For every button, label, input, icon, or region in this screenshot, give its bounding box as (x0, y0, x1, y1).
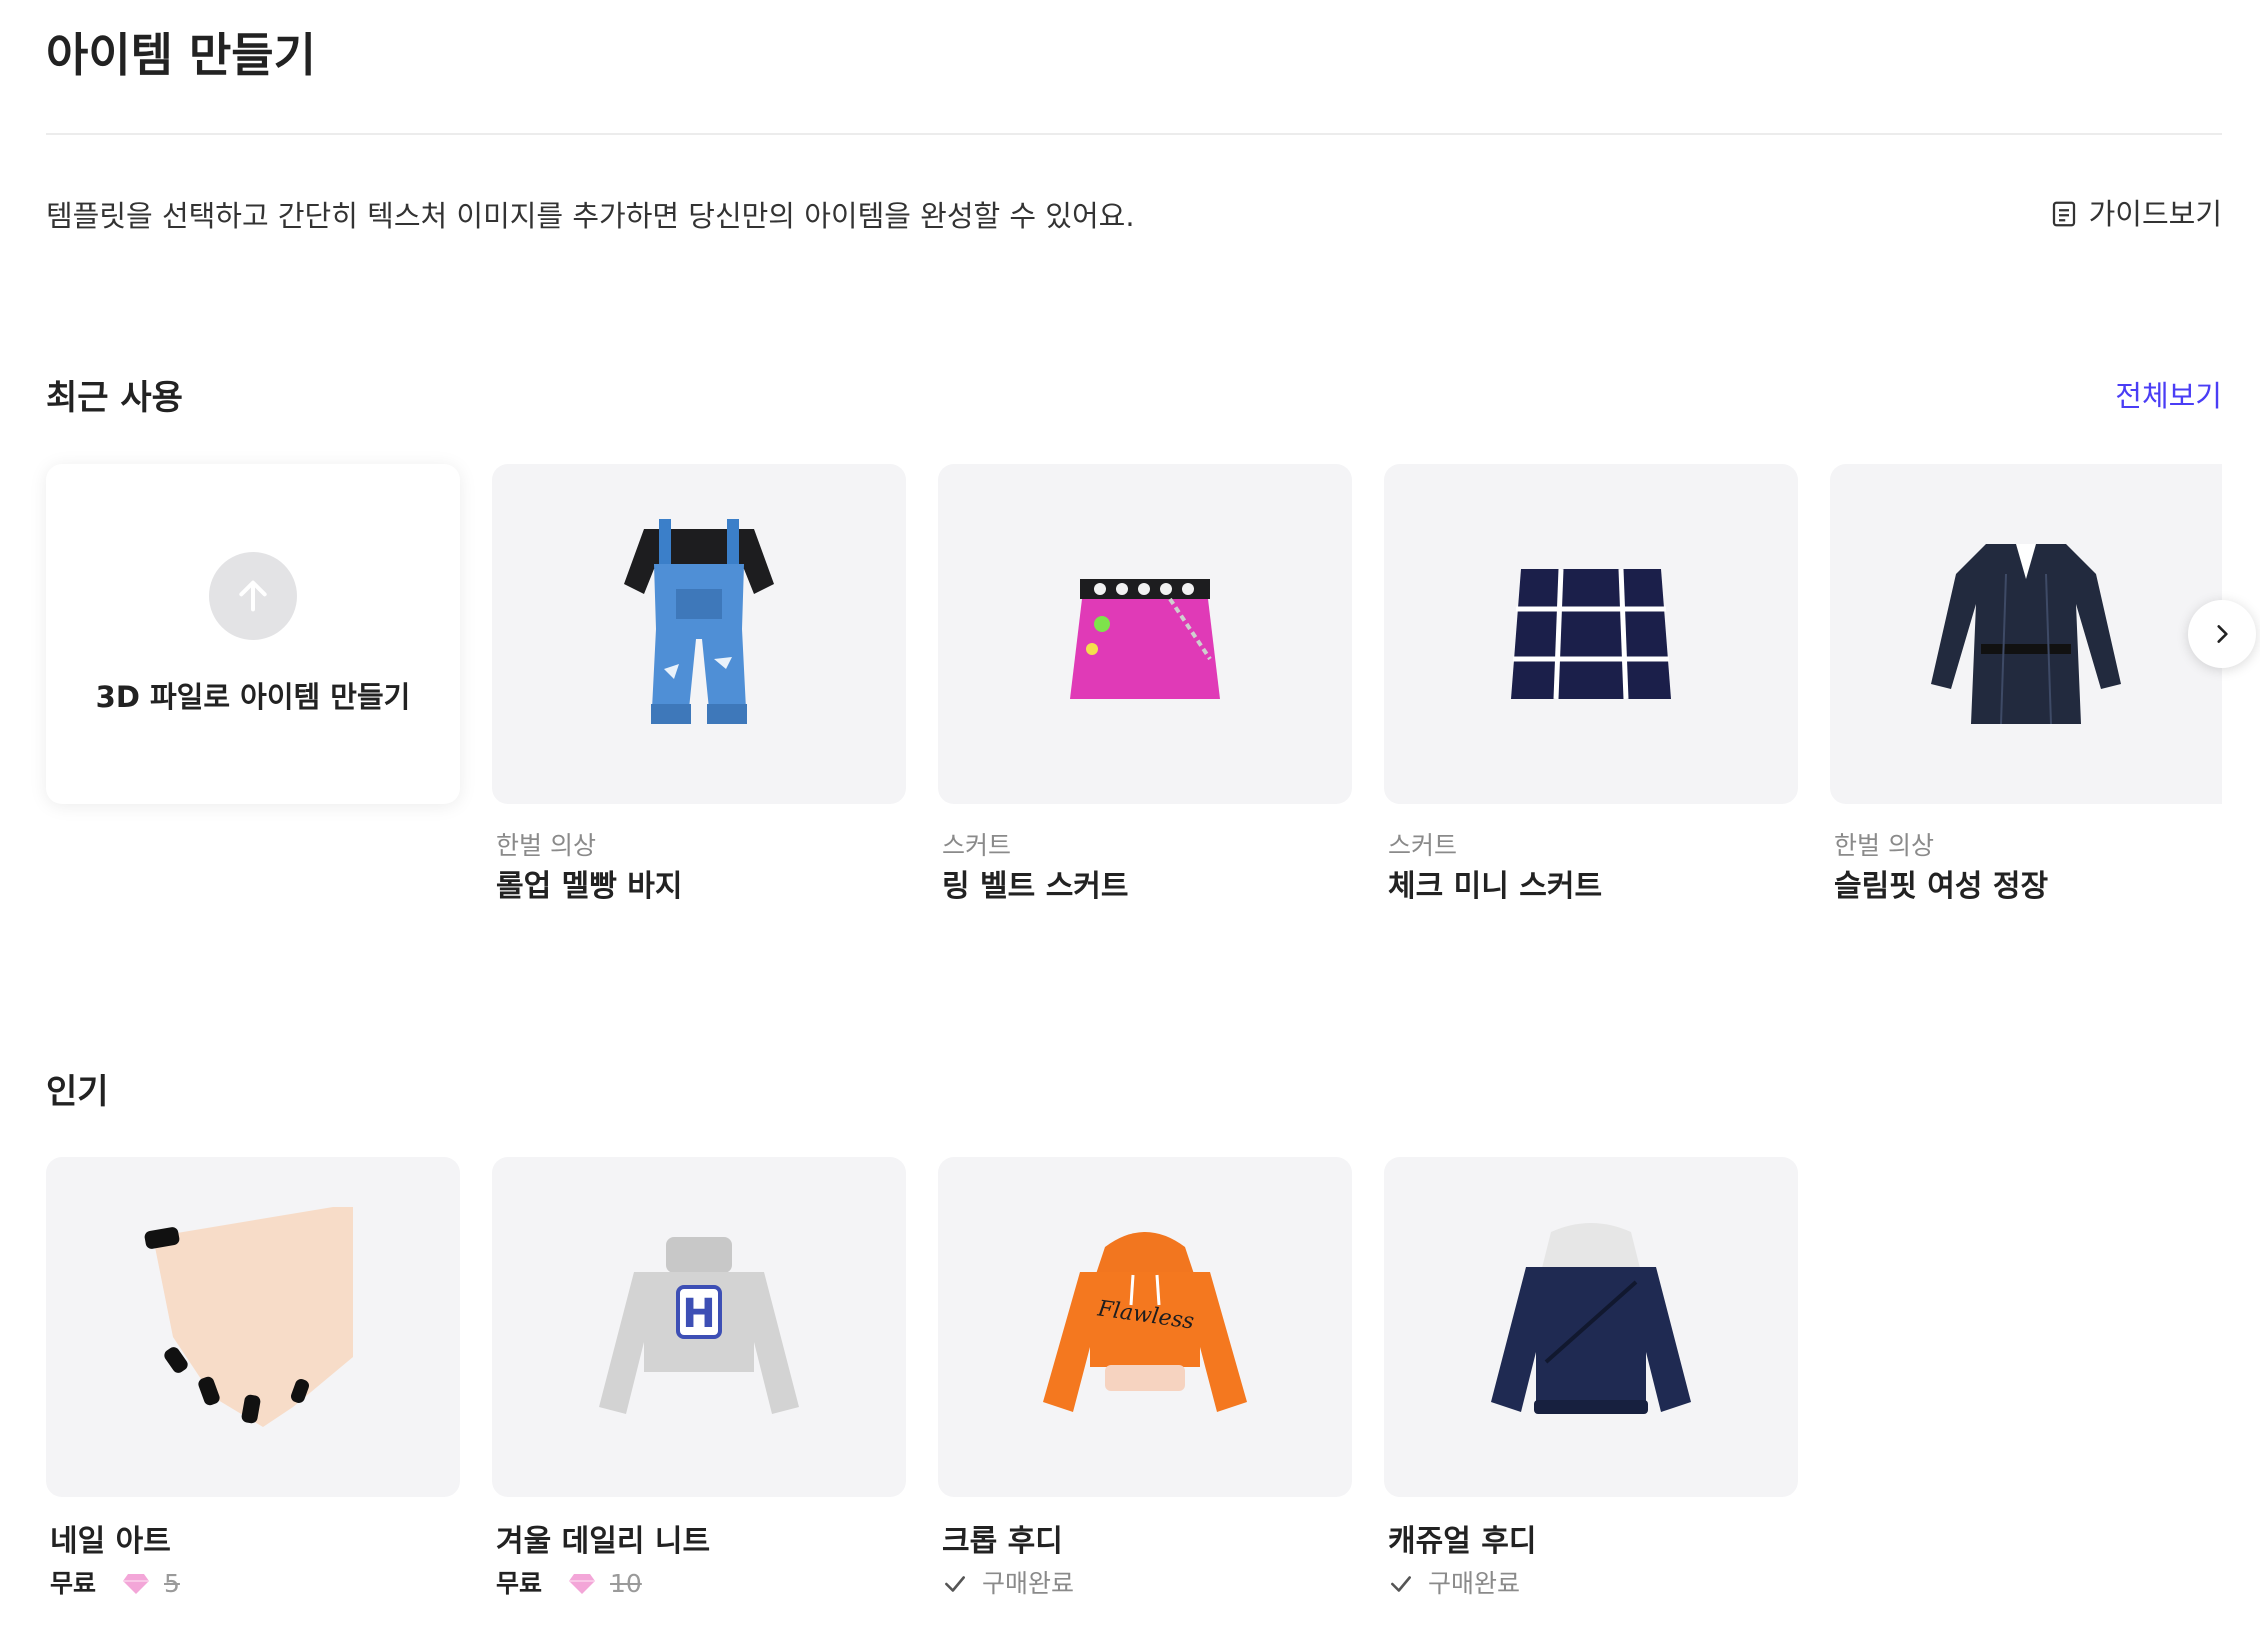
recent-item-card[interactable] (938, 464, 1352, 804)
item-category: 스커트 (1388, 831, 1458, 860)
check-icon (945, 1576, 965, 1592)
nail-art-image (144, 1207, 353, 1427)
price-old: 10 (610, 1569, 642, 1598)
price-free: 무료 (496, 1569, 543, 1598)
item-category: 스커트 (942, 831, 1012, 860)
popular-item-card[interactable]: Flawless (938, 1157, 1352, 1497)
recent-item-card[interactable] (492, 464, 906, 804)
item-category: 한벌 의상 (1834, 831, 1934, 860)
check-skirt-image (1511, 568, 1671, 700)
purchased-label: 구매완료 (1428, 1569, 1521, 1598)
price-free: 무료 (50, 1569, 97, 1598)
section-title-popular: 인기 (46, 1072, 109, 1112)
item-status: 구매완료 (942, 1567, 1074, 1601)
popular-item-card[interactable] (46, 1157, 460, 1497)
carousel-next-button[interactable] (2188, 600, 2256, 668)
casual-hoodie-image (1491, 1223, 1691, 1414)
check-icon (1391, 1576, 1411, 1592)
section-title-recent: 최근 사용 (46, 378, 183, 418)
item-name: 롤업 멜빵 바지 (496, 869, 683, 904)
item-price: 무료 5 (50, 1567, 180, 1601)
item-price: 무료 10 (496, 1567, 642, 1601)
knit-sweater-image: H (599, 1237, 799, 1414)
upload-label: 3D 파일로 아이템 만들기 (95, 680, 411, 714)
upload-arrow-icon (209, 552, 297, 640)
page-title: 아이템 만들기 (46, 28, 316, 82)
item-category: 한벌 의상 (496, 831, 596, 860)
intro-text: 템플릿을 선택하고 간단히 텍스처 이미지를 추가하면 당신만의 아이템을 완성… (46, 199, 1135, 233)
view-all-link[interactable]: 전체보기 (2115, 376, 2222, 416)
item-name: 체크 미니 스커트 (1388, 869, 1603, 904)
item-name: 겨울 데일리 니트 (496, 1524, 711, 1559)
guide-doc-icon (2052, 201, 2075, 227)
item-name: 캐쥬얼 후디 (1388, 1524, 1537, 1559)
recent-item-card[interactable] (1830, 464, 2222, 804)
crop-hoodie-image: Flawless (1043, 1232, 1247, 1412)
item-name: 크롭 후디 (942, 1524, 1063, 1559)
item-name: 네일 아트 (50, 1524, 171, 1559)
guide-link[interactable]: 가이드보기 (2049, 194, 2222, 234)
guide-label: 가이드보기 (2088, 197, 2222, 231)
divider (46, 133, 2222, 135)
svg-text:H: H (682, 1291, 715, 1337)
price-old: 5 (164, 1569, 180, 1598)
overalls-image (624, 519, 774, 724)
item-status: 구매완료 (1388, 1567, 1520, 1601)
item-name: 슬림핏 여성 정장 (1834, 869, 2049, 904)
gem-icon (123, 1574, 150, 1594)
pink-skirt-image (1070, 579, 1220, 699)
gem-icon (569, 1574, 596, 1594)
chevron-right-icon (2217, 625, 2228, 643)
suit-dress-image (1931, 544, 2121, 725)
upload-3d-card[interactable]: 3D 파일로 아이템 만들기 (46, 464, 460, 804)
popular-item-card[interactable]: H (492, 1157, 906, 1497)
recent-item-card[interactable] (1384, 464, 1798, 804)
item-name: 링 벨트 스커트 (942, 869, 1129, 904)
purchased-label: 구매완료 (982, 1569, 1075, 1598)
popular-item-card[interactable] (1384, 1157, 1798, 1497)
